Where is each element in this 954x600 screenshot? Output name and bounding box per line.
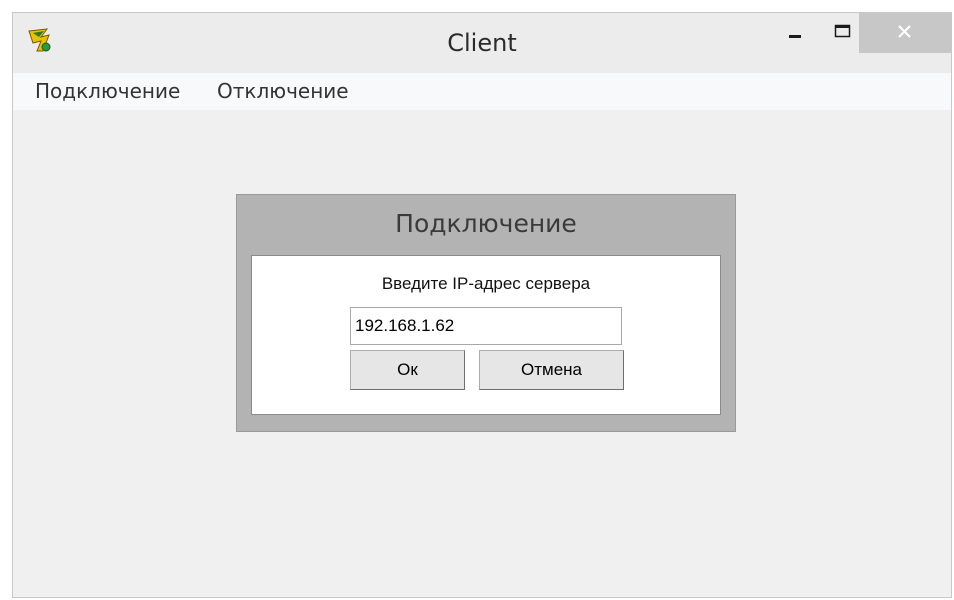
ip-address-input[interactable] <box>350 307 622 345</box>
ip-prompt-label: Введите IP-адрес сервера <box>381 274 591 293</box>
cancel-button[interactable]: Отмена <box>479 350 624 390</box>
menu-bar: Подключение Отключение <box>13 73 951 110</box>
dialog-panel: Введите IP-адрес сервера Ок Отмена <box>251 255 721 415</box>
app-logo-icon[interactable] <box>27 27 55 53</box>
menu-item-disconnect[interactable]: Отключение <box>209 73 357 110</box>
minimize-icon <box>789 35 801 38</box>
connect-dialog: Подключение Введите IP-адрес сервера Ок … <box>236 194 736 432</box>
menu-item-connect[interactable]: Подключение <box>27 73 188 110</box>
client-window: Client Подключение Отключение Подключени… <box>12 12 952 598</box>
client-area: Подключение Введите IP-адрес сервера Ок … <box>13 110 951 597</box>
ok-button[interactable]: Ок <box>350 350 465 390</box>
minimize-button[interactable] <box>773 13 819 53</box>
title-bar[interactable]: Client <box>13 13 951 73</box>
dialog-title: Подключение <box>395 209 577 238</box>
close-icon <box>898 25 911 38</box>
close-button[interactable] <box>859 13 951 53</box>
